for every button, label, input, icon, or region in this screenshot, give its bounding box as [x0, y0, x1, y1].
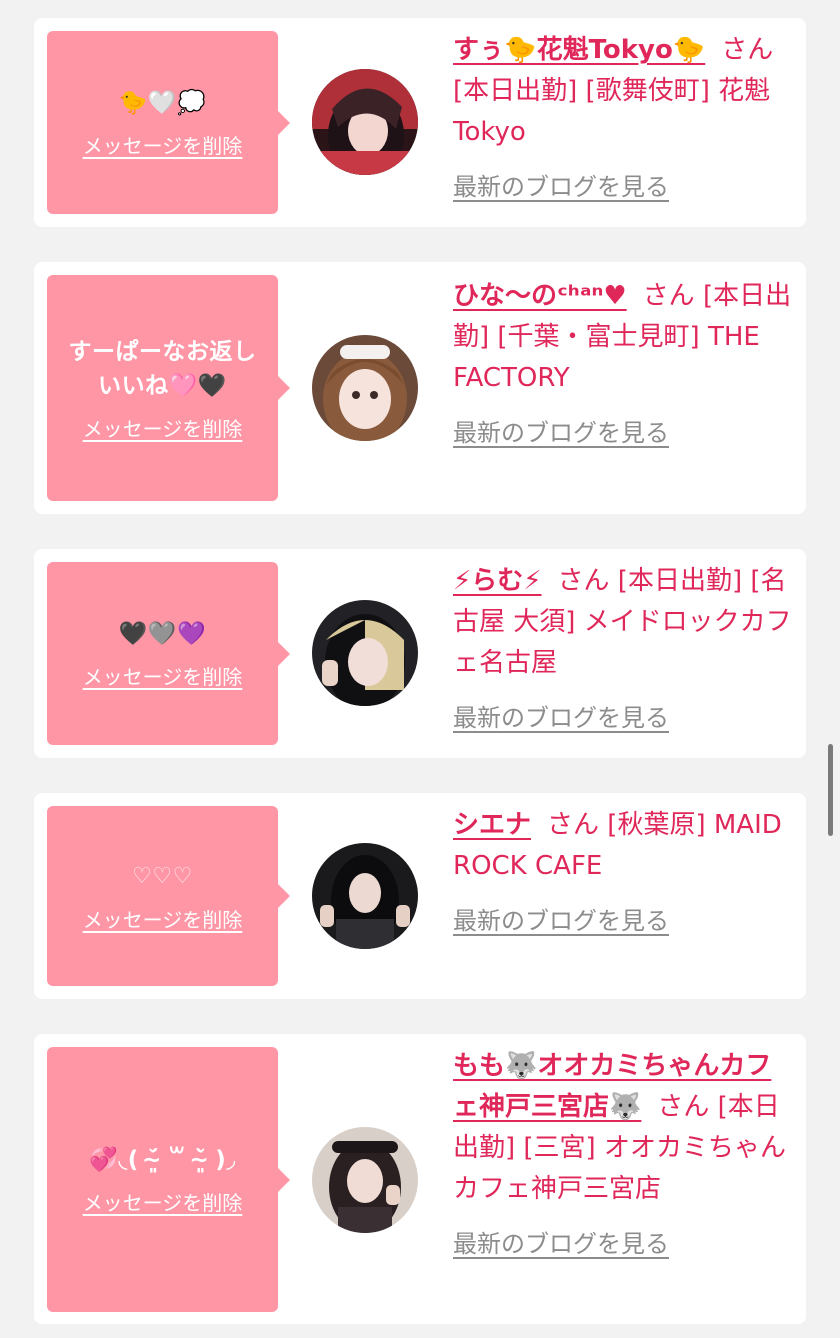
latest-blog-link[interactable]: 最新のブログを見る	[453, 901, 669, 942]
avatar-photo	[312, 1127, 418, 1233]
message-text: すーぱーなお返しいいね🩷🖤	[68, 338, 257, 399]
message-text: 💞◟( ˘̴͈́ ꒳ ˘̴͈̀ )◞	[89, 1147, 236, 1173]
cast-info: シエナ さん [秋葉原] MAID ROCK CAFE 最新のブログを見る	[453, 805, 792, 942]
avatar[interactable]	[312, 600, 418, 706]
message-text: 🖤🩶💜	[118, 621, 207, 647]
delete-message-link[interactable]: メッセージを削除	[83, 1187, 243, 1216]
san-suffix: さん	[547, 810, 600, 840]
latest-blog-link[interactable]: 最新のブログを見る	[453, 413, 669, 454]
message-bubble: すーぱーなお返しいいね🩷🖤 メッセージを削除	[47, 275, 290, 501]
cast-info: もも🐺オオカミちゃんカフェ神戸三宮店🐺 さん [本日出勤] [三宮] オオカミちゃ…	[453, 1046, 792, 1265]
san-suffix: さん	[721, 35, 774, 65]
message-bubble: 💞◟( ˘̴͈́ ꒳ ˘̴͈̀ )◞ メッセージを削除	[47, 1047, 290, 1312]
avatar-photo	[312, 335, 418, 441]
avatar[interactable]	[312, 843, 418, 949]
cast-name-link[interactable]: すぅ🐤花魁Tokyo🐤	[453, 35, 705, 65]
san-suffix: さん	[657, 1092, 710, 1122]
avatar[interactable]	[312, 69, 418, 175]
scrollbar[interactable]	[828, 744, 833, 836]
message-card: 💞◟( ˘̴͈́ ꒳ ˘̴͈̀ )◞ メッセージを削除 もも🐺オオカミちゃんカフ…	[34, 1034, 806, 1324]
avatar-photo	[312, 69, 418, 175]
cast-name-link[interactable]: ひな〜のᶜʰᵃⁿ♥	[453, 281, 627, 311]
cast-shop-info: [本日出勤] [歌舞伎町] 花魁Tokyo	[453, 76, 771, 147]
message-text: 🐤🤍💭	[118, 90, 207, 116]
cast-info: ひな〜のᶜʰᵃⁿ♥ さん [本日出勤] [千葉・富士見町] THE FACTORY…	[453, 276, 792, 454]
message-card: 🐤🤍💭 メッセージを削除 すぅ🐤花魁Tokyo🐤 さん [本日出勤] [歌舞伎町]…	[34, 18, 806, 227]
avatar[interactable]	[312, 1127, 418, 1233]
latest-blog-link[interactable]: 最新のブログを見る	[453, 1224, 669, 1265]
cast-name-link[interactable]: シエナ	[453, 810, 531, 840]
message-card: ♡♡♡ メッセージを削除 シエナ さん [秋葉原] MAID ROCK CAFE …	[34, 793, 806, 999]
cast-info: ⚡らむ⚡ さん [本日出勤] [名古屋 大須] メイドロックカフェ名古屋 最新のブ…	[453, 561, 792, 739]
cast-info: すぅ🐤花魁Tokyo🐤 さん [本日出勤] [歌舞伎町] 花魁Tokyo 最新のブ…	[453, 30, 792, 208]
message-text: ♡♡♡	[132, 863, 193, 889]
san-suffix: さん	[642, 281, 695, 311]
message-bubble: 🖤🩶💜 メッセージを削除	[47, 562, 290, 745]
san-suffix: さん	[557, 566, 610, 596]
avatar[interactable]	[312, 335, 418, 441]
cast-name-link[interactable]: ⚡らむ⚡	[453, 566, 542, 596]
delete-message-link[interactable]: メッセージを削除	[83, 413, 243, 442]
delete-message-link[interactable]: メッセージを削除	[83, 904, 243, 933]
avatar-photo	[312, 600, 418, 706]
message-card: 🖤🩶💜 メッセージを削除 ⚡らむ⚡ さん [本日出勤] [名古屋 大須] メイドロ…	[34, 549, 806, 758]
message-card: すーぱーなお返しいいね🩷🖤 メッセージを削除 ひな〜のᶜʰᵃⁿ♥ さん [本日出勤…	[34, 262, 806, 514]
delete-message-link[interactable]: メッセージを削除	[83, 661, 243, 690]
message-bubble: 🐤🤍💭 メッセージを削除	[47, 31, 290, 214]
avatar-photo	[312, 843, 418, 949]
latest-blog-link[interactable]: 最新のブログを見る	[453, 167, 669, 208]
latest-blog-link[interactable]: 最新のブログを見る	[453, 698, 669, 739]
delete-message-link[interactable]: メッセージを削除	[83, 130, 243, 159]
message-bubble: ♡♡♡ メッセージを削除	[47, 806, 290, 986]
